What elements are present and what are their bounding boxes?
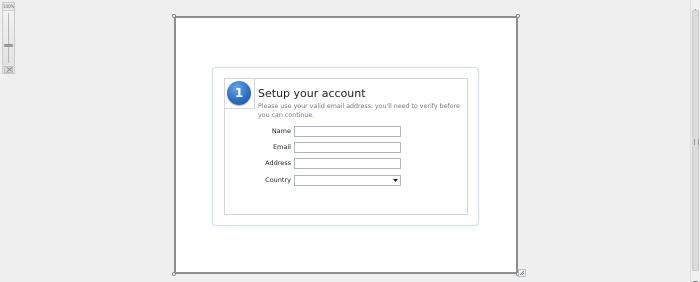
scroll-up-button[interactable] xyxy=(691,0,700,12)
zoom-level-label: 100% xyxy=(3,4,14,11)
resize-handle-bottom-left[interactable] xyxy=(172,272,176,276)
close-icon xyxy=(6,67,13,72)
country-label: Country xyxy=(265,176,291,184)
resize-icon xyxy=(518,269,526,277)
form-title: Setup your account xyxy=(258,87,366,100)
editor-viewport: 100% 1 Setup your account Please use you… xyxy=(0,0,700,282)
country-select[interactable] xyxy=(294,175,401,186)
name-input[interactable] xyxy=(294,126,401,137)
step-number-badge: 1 xyxy=(227,81,251,105)
step-badge-container: 1 xyxy=(224,78,255,109)
email-label: Email xyxy=(272,143,291,151)
form-description: Please use your valid email address, you… xyxy=(258,103,460,119)
scroll-thumb[interactable] xyxy=(692,10,699,271)
zoom-slider-thumb[interactable] xyxy=(4,43,13,47)
name-label: Name xyxy=(271,127,291,135)
address-input[interactable] xyxy=(294,158,401,169)
scroll-thumb-grip xyxy=(694,139,699,145)
resize-grip[interactable] xyxy=(518,262,526,277)
email-input[interactable] xyxy=(294,142,401,153)
arrow-down-icon xyxy=(693,281,698,282)
vertical-scrollbar[interactable] xyxy=(690,0,700,282)
address-label: Address xyxy=(265,159,291,167)
resize-handle-top-right[interactable] xyxy=(516,14,520,18)
resize-handle-top-left[interactable] xyxy=(172,14,176,18)
scroll-down-button[interactable] xyxy=(691,272,700,282)
zoom-close-button[interactable] xyxy=(4,66,13,73)
zoom-slider-track xyxy=(8,13,9,63)
chevron-down-icon xyxy=(393,179,398,182)
zoom-panel: 100% xyxy=(2,2,15,74)
zoom-slider[interactable] xyxy=(3,11,14,65)
